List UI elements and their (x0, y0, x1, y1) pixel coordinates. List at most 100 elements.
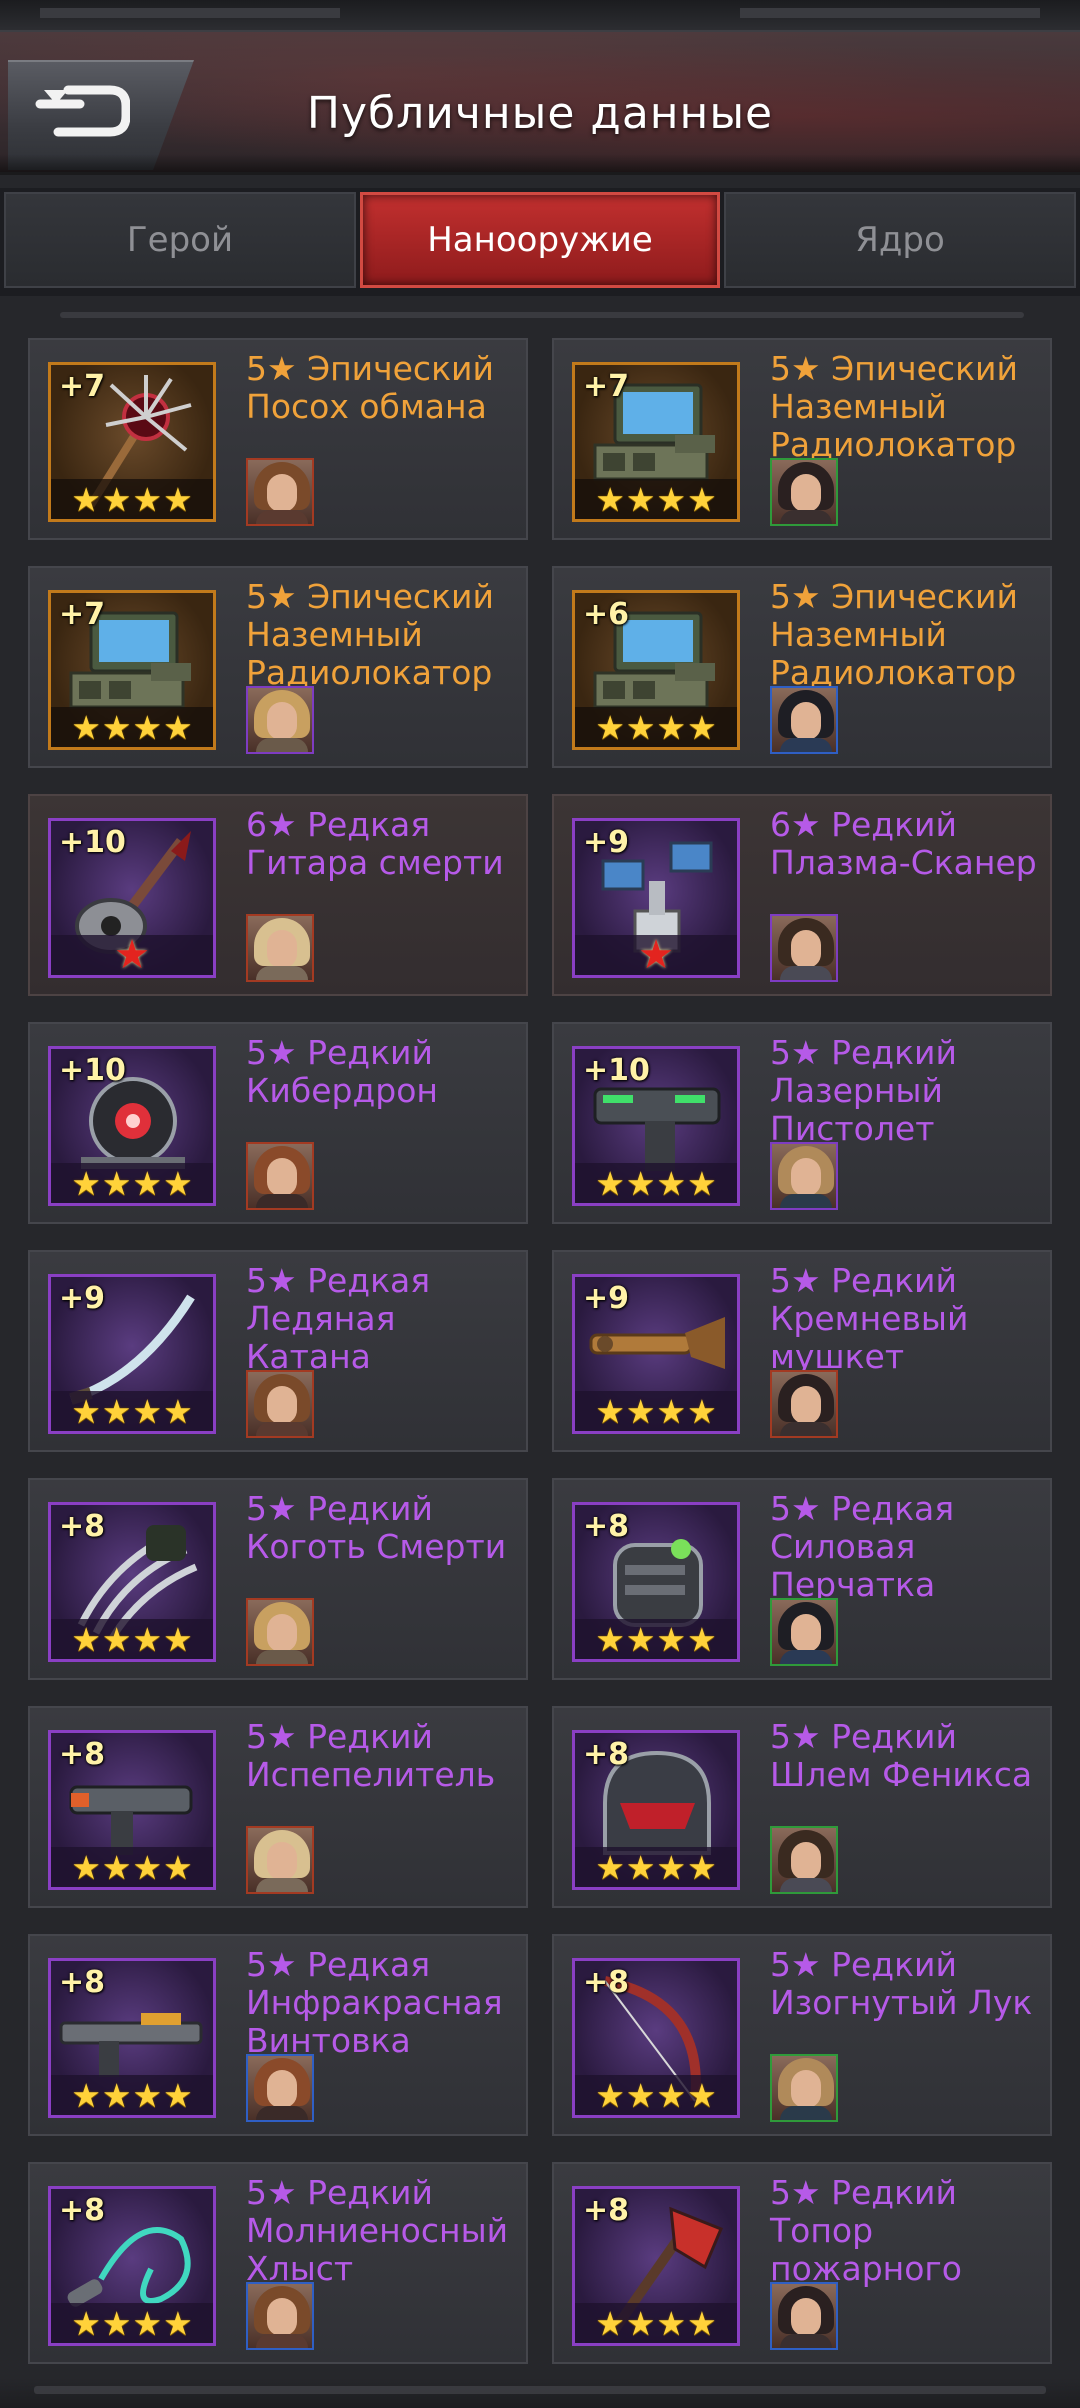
hero-avatar[interactable] (770, 1370, 838, 1438)
star-icon: ★ (625, 2075, 656, 2115)
nanoweapon-card[interactable]: +8 ★ ★ ★ ★ 5★ Редкий Изогнутый Лук (552, 1934, 1052, 2136)
item-name: 5★ Редкий Коготь Смерти (246, 1489, 507, 1566)
hero-avatar[interactable] (246, 458, 314, 526)
item-level: +8 (583, 1509, 630, 1544)
star-rating: ★ ★ ★ ★ (51, 2075, 213, 2115)
nanoweapon-card[interactable]: +8 ★ ★ ★ ★ 5★ Редкий Испепелитель (28, 1706, 528, 1908)
nanoweapon-card[interactable]: +8 ★ ★ ★ ★ 5★ Редкий Шлем Феникса (552, 1706, 1052, 1908)
star-icon: ★ (687, 707, 717, 747)
tab-nanoweapon[interactable]: Нанооружие (360, 192, 720, 288)
nanoweapon-card[interactable]: +6 ★ ★ ★ ★ 5★ Эпический Наземный Радиолокато… (552, 566, 1052, 768)
star-icon: ★ (656, 707, 687, 747)
nanoweapon-card[interactable]: +8 ★ ★ ★ ★ 5★ Редкая Силовая Перчатка (552, 1478, 1052, 1680)
star-rating: ★ ★ ★ ★ (51, 1619, 213, 1659)
hero-avatar[interactable] (246, 1598, 314, 1666)
hero-avatar[interactable] (246, 686, 314, 754)
item-name: 5★ Эпический Посох обмана (246, 349, 494, 426)
hero-avatar[interactable] (770, 1826, 838, 1894)
item-name: 6★ Редкий Плазма-Сканер (770, 805, 1037, 882)
nanoweapon-card[interactable]: +7 ★ ★ ★ ★ 5★ Эпический Наземный Радиолокато… (28, 566, 528, 768)
star-icon: ★ (656, 1847, 687, 1887)
item-thumbnail[interactable]: +8 ★ ★ ★ ★ (572, 1958, 740, 2118)
avatar-body (780, 738, 832, 752)
item-thumbnail[interactable]: +8 ★ ★ ★ ★ (48, 1730, 216, 1890)
hero-avatar[interactable] (246, 2054, 314, 2122)
star-icon: ★ (595, 1163, 625, 1203)
item-thumbnail[interactable]: +10 ★ (48, 818, 216, 978)
hero-avatar[interactable] (770, 2282, 838, 2350)
item-thumbnail[interactable]: +8 ★ ★ ★ ★ (48, 1502, 216, 1662)
hero-avatar[interactable] (770, 1142, 838, 1210)
hero-avatar[interactable] (770, 2054, 838, 2122)
star-rating: ★ ★ ★ ★ (51, 1163, 213, 1203)
item-thumbnail[interactable]: +8 ★ ★ ★ ★ (48, 2186, 216, 2346)
star-icon: ★ (101, 707, 132, 747)
tab-core[interactable]: Ядро (724, 192, 1076, 288)
star-icon: ★ (656, 479, 687, 519)
hero-avatar[interactable] (246, 1370, 314, 1438)
item-name: 5★ Эпический Наземный Радиолокатор (770, 577, 1018, 692)
item-thumbnail[interactable]: +9 ★ ★ ★ ★ (572, 1274, 740, 1434)
star-icon: ★ (71, 1163, 101, 1203)
star-icon: ★ (687, 1847, 717, 1887)
nanoweapon-card[interactable]: +9 ★ ★ ★ ★ 5★ Редкий Кремневый мушкет (552, 1250, 1052, 1452)
star-icon: ★ (71, 1847, 101, 1887)
item-level: +7 (583, 369, 630, 404)
hero-avatar[interactable] (770, 686, 838, 754)
item-thumbnail[interactable]: +8 ★ ★ ★ ★ (572, 1730, 740, 1890)
tab-hero[interactable]: Герой (4, 192, 356, 288)
star-rating: ★ ★ ★ ★ (575, 479, 737, 519)
item-thumbnail[interactable]: +9 ★ ★ ★ ★ (48, 1274, 216, 1434)
item-name: 5★ Редкий Кремневый мушкет (770, 1261, 969, 1376)
hero-avatar[interactable] (246, 914, 314, 982)
hero-avatar[interactable] (770, 914, 838, 982)
item-thumbnail[interactable]: +9 ★ (572, 818, 740, 978)
nanoweapon-card[interactable]: +8 ★ ★ ★ ★ 5★ Редкий Молниеносный Хлыст (28, 2162, 528, 2364)
hero-avatar[interactable] (246, 1826, 314, 1894)
item-thumbnail[interactable]: +7 ★ ★ ★ ★ (572, 362, 740, 522)
star-icon: ★ (625, 1847, 656, 1887)
item-thumbnail[interactable]: +8 ★ ★ ★ ★ (572, 1502, 740, 1662)
hero-avatar[interactable] (246, 2282, 314, 2350)
item-thumbnail[interactable]: +10 ★ ★ ★ ★ (572, 1046, 740, 1206)
item-thumbnail[interactable]: +8 ★ ★ ★ ★ (48, 1958, 216, 2118)
item-thumbnail[interactable]: +10 ★ ★ ★ ★ (48, 1046, 216, 1206)
nanoweapon-card[interactable]: +8 ★ ★ ★ ★ 5★ Редкий Топор пожарного (552, 2162, 1052, 2364)
star-icon: ★ (132, 2303, 163, 2343)
item-thumbnail[interactable]: +7 ★ ★ ★ ★ (48, 590, 216, 750)
item-level: +10 (59, 1053, 126, 1088)
nanoweapon-card[interactable]: +10 ★ ★ ★ ★ 5★ Редкий Кибердрон (28, 1022, 528, 1224)
nanoweapon-card[interactable]: +10 ★ ★ ★ ★ 5★ Редкий Лазерный Пистолет (552, 1022, 1052, 1224)
star-icon: ★ (687, 2075, 717, 2115)
star-icon: ★ (101, 1391, 132, 1431)
avatar-face (267, 474, 297, 512)
nanoweapon-card[interactable]: +9 ★ ★ ★ ★ 5★ Редкая Ледяная Катана (28, 1250, 528, 1452)
star-icon: ★ (163, 2075, 193, 2115)
star-icon: ★ (638, 932, 674, 978)
star-icon: ★ (656, 1391, 687, 1431)
avatar-body (256, 2334, 308, 2348)
nanoweapon-card[interactable]: +7 ★ ★ ★ ★ 5★ Эпический Наземный Радиолокато… (552, 338, 1052, 540)
item-thumbnail[interactable]: +7 ★ ★ ★ ★ (48, 362, 216, 522)
star-icon: ★ (595, 2303, 625, 2343)
star-rating: ★ ★ ★ ★ (575, 1391, 737, 1431)
hero-avatar[interactable] (246, 1142, 314, 1210)
nanoweapon-card[interactable]: +10 ★ 6★ Редкая Гитара смерти (28, 794, 528, 996)
nanoweapon-card[interactable]: +8 ★ ★ ★ ★ 5★ Редкий Коготь Смерти (28, 1478, 528, 1680)
header-bar: Публичные данные (0, 32, 1080, 175)
star-icon: ★ (132, 707, 163, 747)
nanoweapon-card[interactable]: +7 ★ ★ ★ ★ 5★ Эпический Посох обмана (28, 338, 528, 540)
avatar-face (267, 1158, 297, 1196)
nanoweapon-card[interactable]: +9 ★ 6★ Редкий Плазма-Сканер (552, 794, 1052, 996)
hero-avatar[interactable] (770, 458, 838, 526)
item-name: 5★ Редкая Ледяная Катана (246, 1261, 431, 1376)
item-thumbnail[interactable]: +6 ★ ★ ★ ★ (572, 590, 740, 750)
avatar-face (267, 1614, 297, 1652)
star-icon: ★ (71, 2303, 101, 2343)
star-icon: ★ (656, 2075, 687, 2115)
hero-avatar[interactable] (770, 1598, 838, 1666)
item-thumbnail[interactable]: +8 ★ ★ ★ ★ (572, 2186, 740, 2346)
item-name: 5★ Редкий Топор пожарного (770, 2173, 962, 2288)
star-icon: ★ (163, 1847, 193, 1887)
nanoweapon-card[interactable]: +8 ★ ★ ★ ★ 5★ Редкая Инфракрасная Винтовка (28, 1934, 528, 2136)
